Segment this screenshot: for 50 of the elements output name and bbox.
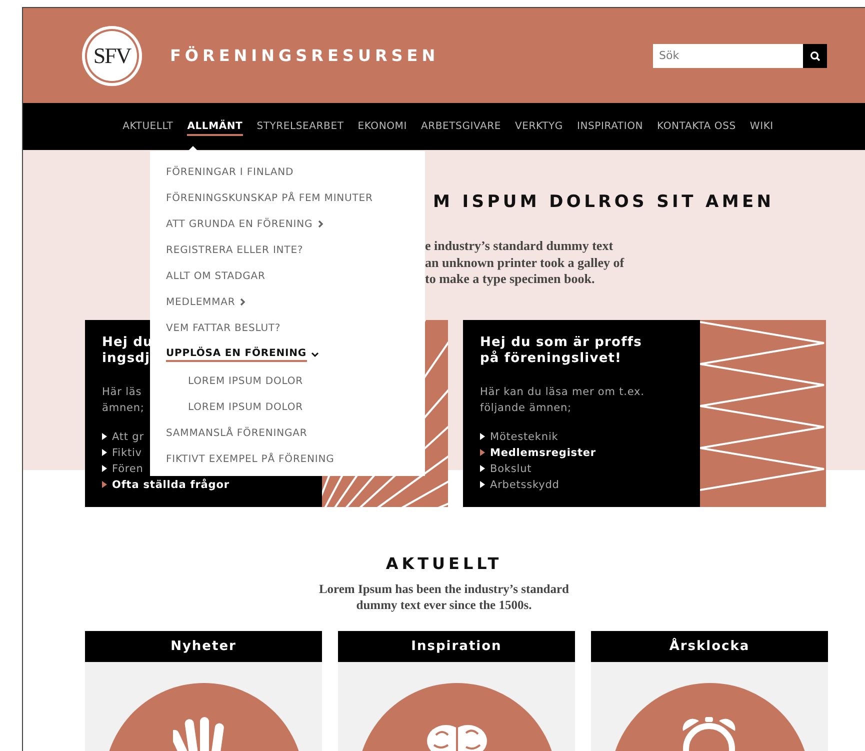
menu-item[interactable]: VEM FATTAR BESLUT? [166,315,281,341]
search-button[interactable] [803,44,827,68]
search-field[interactable]: Sök [653,44,803,68]
nav-link[interactable]: VERKTYG [508,117,570,136]
topic-link[interactable]: Bokslut [490,460,532,476]
category-card[interactable]: Inspiration [338,630,575,751]
chevron-icon [239,298,248,306]
menu-item[interactable]: MEDLEMMAR [166,289,248,315]
section-heading: M ISPUM DOLROS SIT AMEN [433,192,776,212]
menu-item[interactable]: LOREM IPSUM DOLOR [188,368,304,394]
menu-item[interactable]: FÖRENINGAR I FINLAND [166,159,294,185]
chevron-icon [316,220,325,228]
nav-link[interactable]: EKONOMI [350,117,414,136]
card-text: Här kan du läsa mer om t.ex. följande ämnen; [480,384,644,416]
menu-item[interactable]: SAMMANSLÅ FÖRENINGAR [166,420,308,446]
card-title: Inspiration [338,630,575,662]
card-title: Hej du som är proffs på föreningslivet! [480,334,642,366]
site-title: FÖRENINGSRESURSEN [170,46,440,65]
category-card[interactable]: Årsklocka [591,630,828,751]
nav-link[interactable]: ALLMÄNT [180,117,250,136]
nav-link[interactable]: STYRELSEARBET [250,117,351,136]
menu-item[interactable]: ATT GRUNDA EN FÖRENING [166,211,325,237]
topic-link[interactable]: Fiktiv [112,444,142,460]
menu-item[interactable]: ALLT OM STADGAR [166,263,266,289]
topic-link[interactable]: Medlemsregister [490,444,596,460]
logo[interactable]: SFV [82,26,142,86]
card-title: Nyheter [85,630,322,662]
menu-item[interactable]: REGISTRERA ELLER INTE? [166,237,304,263]
menu-item[interactable]: UPPLÖSA EN FÖRENING [166,342,319,368]
section-intro: Lorem Ipsum has been the industry’s standard dummy text ever since the 1500s. [318,580,570,612]
card-title: Årsklocka [591,630,828,662]
menu-item[interactable]: LOREM IPSUM DOLOR [188,394,304,420]
topic-link[interactable]: Ofta ställda frågor [112,476,230,492]
menu-item[interactable]: FIKTIVT EXEMPEL PÅ FÖRENING [166,446,334,472]
card-text: Här läs ämnen; [102,384,144,416]
nav-link[interactable]: ARBETSGIVARE [414,117,508,136]
topic-link[interactable]: Arbetsskydd [490,476,560,492]
category-card[interactable]: Nyheter [85,630,322,751]
menu-item[interactable]: FÖRENINGSKUNSKAP PÅ FEM MINUTER [166,185,373,211]
topic-link[interactable]: Att gr [112,428,144,444]
topic-link[interactable]: Fören [112,460,144,476]
nav-link[interactable]: KONTAKTA OSS [650,117,743,136]
intro-text: e industry’s standard dummy text an unknown printer took a galley of to make a type specimen book. [425,238,626,288]
nav-link[interactable]: INSPIRATION [570,117,650,136]
nav-link[interactable]: WIKI [742,117,780,136]
search-icon [810,50,820,60]
topic-link[interactable]: Mötesteknik [490,428,558,444]
section-heading: AKTUELLT [384,554,504,572]
chevron-icon [310,351,319,359]
nav-link[interactable]: AKTUELLT [116,117,180,136]
